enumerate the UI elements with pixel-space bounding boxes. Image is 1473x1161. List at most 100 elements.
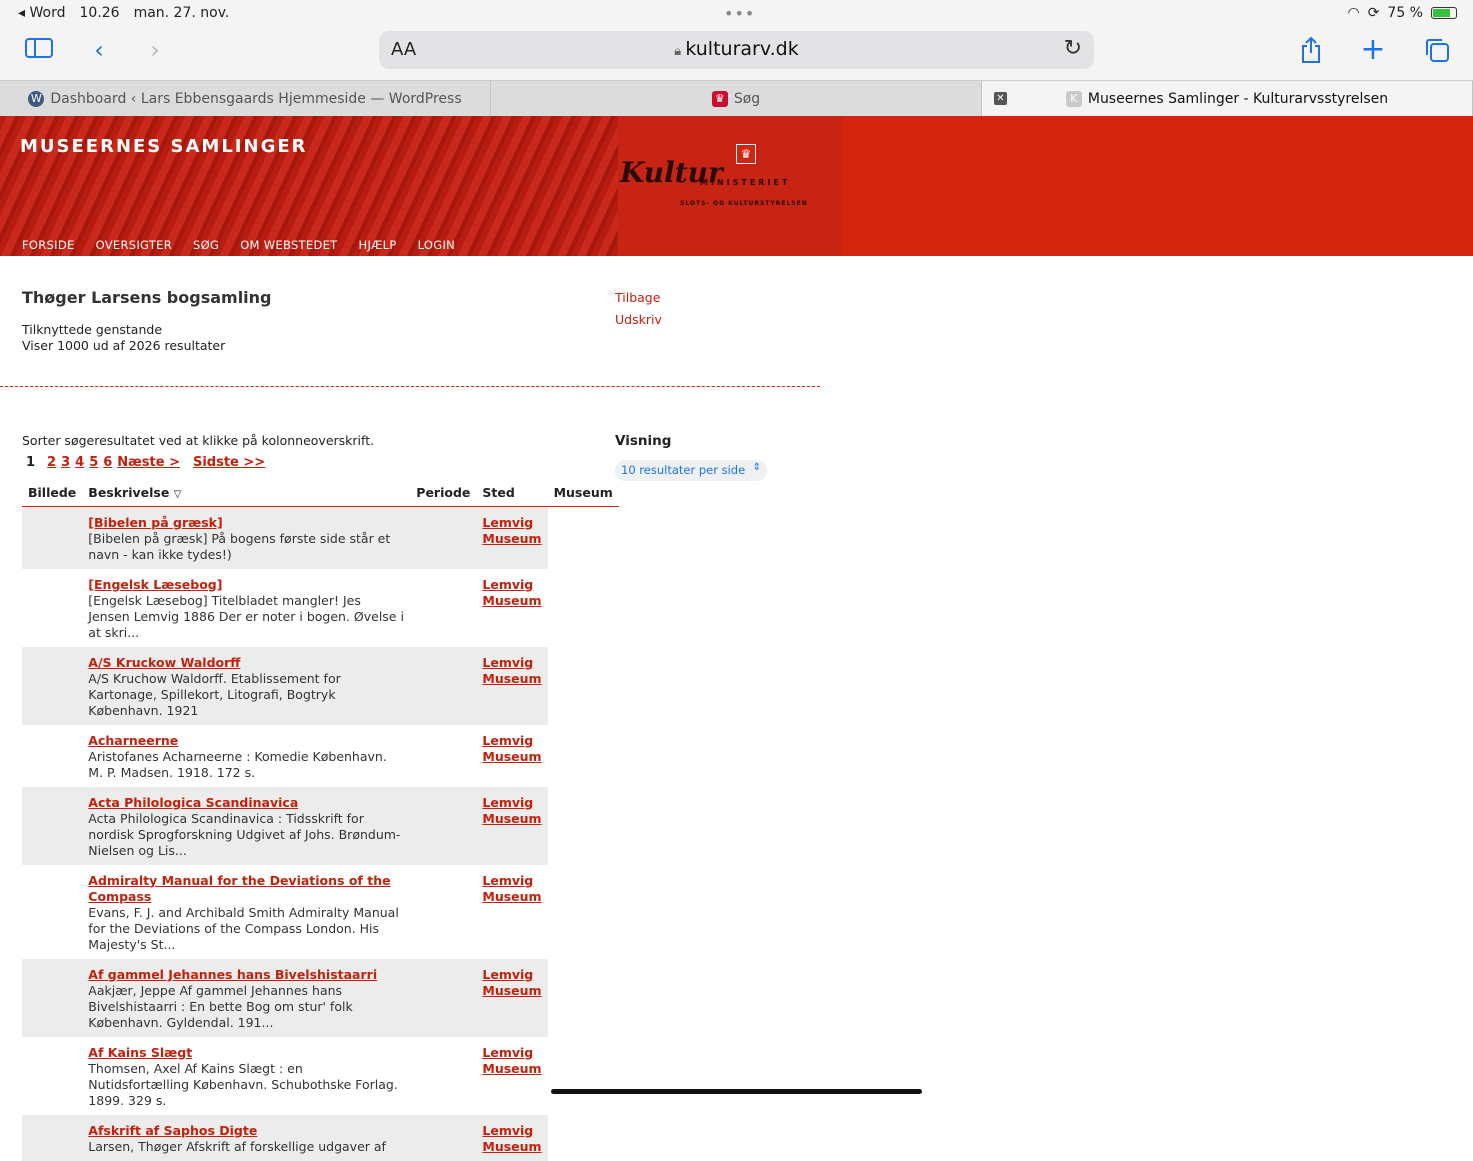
address-bar[interactable]: AA 🔒︎ kulturarv.dk ↻ <box>379 31 1094 69</box>
results-per-page-select[interactable]: 10 resultater per side ⇕ <box>615 460 767 481</box>
nav-login[interactable]: LOGIN <box>418 238 455 252</box>
cell-description: A/S Kruckow Waldorff A/S Kruchow Waldorff… <box>82 646 411 725</box>
result-title-link[interactable]: Admiralty Manual for the Deviations of t… <box>88 873 404 905</box>
tab-museernes-samlinger[interactable]: ✕ K Museernes Samlinger - Kulturarvsstyr… <box>982 81 1473 116</box>
cell-museum <box>548 1115 619 1161</box>
col-place[interactable]: Sted <box>476 482 548 507</box>
close-tab-icon[interactable]: ✕ <box>994 92 1007 105</box>
place-link[interactable]: Lemvig <box>482 1045 533 1060</box>
cell-image <box>22 958 83 1037</box>
col-museum[interactable]: Museum <box>547 482 619 507</box>
col-image[interactable]: Billede <box>22 482 83 507</box>
cell-image <box>22 1037 82 1115</box>
place-link[interactable]: Lemvig <box>482 577 533 592</box>
nav-forside[interactable]: FORSIDE <box>22 238 75 252</box>
place-link[interactable]: Museum <box>482 593 541 608</box>
subtitle-related: Tilknyttede genstande <box>22 322 163 337</box>
result-title-link[interactable]: Afskrift af Saphos Digte <box>88 1123 404 1139</box>
place-link[interactable]: Museum <box>482 811 541 826</box>
sort-down-icon: ▽ <box>173 488 182 500</box>
cell-period <box>410 1037 476 1115</box>
site-brand[interactable]: MUSEERNES SAMLINGER <box>20 136 308 157</box>
place-link[interactable]: Museum <box>482 1061 541 1076</box>
sidebar-icon[interactable] <box>22 36 56 66</box>
cell-museum <box>548 647 619 725</box>
page-link[interactable]: 4 <box>75 455 84 470</box>
cell-place: Lemvig Museum <box>476 725 547 787</box>
share-icon[interactable] <box>1294 36 1328 66</box>
result-title-link[interactable]: [Bibelen på græsk] <box>88 515 404 531</box>
page-link[interactable]: 6 <box>103 455 112 470</box>
page-link[interactable]: 5 <box>89 455 98 470</box>
cell-image <box>22 506 83 569</box>
cell-description: Afskrift af Saphos Digte Larsen, Thøger A… <box>82 1114 411 1161</box>
forward-icon[interactable]: › <box>138 36 172 66</box>
browser-toolbar: ‹ › AA 🔒︎ kulturarv.dk ↻ + <box>0 26 1473 80</box>
cell-place: Lemvig Museum <box>476 1114 548 1161</box>
cell-museum <box>548 569 619 647</box>
place-link[interactable]: Museum <box>482 531 541 546</box>
table-row: Acharneerne Aristofanes Acharneerne : Kom… <box>22 725 619 787</box>
place-link[interactable]: Lemvig <box>482 515 533 530</box>
table-row: [Bibelen på græsk] [Bibelen på græsk] På … <box>22 506 619 569</box>
page-link[interactable]: 2 <box>47 455 56 470</box>
tab-search[interactable]: ♛ Søg <box>491 81 982 116</box>
multitasking-dots-icon[interactable]: ••• <box>724 4 755 23</box>
clock: 10.26 <box>79 5 120 21</box>
cell-period <box>410 725 476 787</box>
place-link[interactable]: Museum <box>482 889 541 904</box>
place-link[interactable]: Lemvig <box>482 1123 533 1138</box>
print-link[interactable]: Udskriv <box>615 309 662 331</box>
place-link[interactable]: Lemvig <box>482 967 533 982</box>
new-tab-icon[interactable]: + <box>1356 35 1390 66</box>
cell-description: Af Kains Slægt Thomsen, Axel Af Kains Slæ… <box>82 1037 410 1115</box>
result-title-link[interactable]: Af gammel Jehannes hans Bivelshistaarri <box>88 967 404 983</box>
wifi-icon: ◠ <box>1347 5 1360 21</box>
nav-oversigter[interactable]: OVERSIGTER <box>96 238 172 252</box>
back-icon[interactable]: ‹ <box>82 36 116 66</box>
back-to-app[interactable]: ◂ Word <box>18 5 65 21</box>
result-description: Aristofanes Acharneerne : Komedie Københ… <box>88 748 387 780</box>
nav-soeg[interactable]: SØG <box>193 238 219 252</box>
last-page-link[interactable]: Sidste >> <box>193 455 265 470</box>
place-link[interactable]: Lemvig <box>482 795 533 810</box>
result-title-link[interactable]: Af Kains Slægt <box>88 1045 404 1061</box>
cell-period <box>410 646 477 725</box>
nav-om-webstedet[interactable]: OM WEBSTEDET <box>240 238 337 252</box>
result-title-link[interactable]: [Engelsk Læsebog] <box>88 577 404 593</box>
result-count: Viser 1000 ud af 2026 resultater <box>22 338 226 353</box>
result-description: Larsen, Thøger Afskrift af forskellige u… <box>88 1138 386 1154</box>
place-link[interactable]: Museum <box>482 671 541 686</box>
cell-museum <box>548 865 619 959</box>
nav-hjaelp[interactable]: HJÆLP <box>359 238 397 252</box>
back-link[interactable]: Tilbage <box>615 287 662 309</box>
place-link[interactable]: Museum <box>482 983 541 998</box>
date: man. 27. nov. <box>133 5 230 21</box>
site-header: MUSEERNES SAMLINGER Kultur ♛ MINISTERIET… <box>0 116 1473 256</box>
result-title-link[interactable]: Acharneerne <box>88 733 404 749</box>
home-indicator[interactable] <box>551 1089 922 1094</box>
place-link[interactable]: Museum <box>482 1139 541 1154</box>
next-page-link[interactable]: Næste > <box>117 455 180 470</box>
orientation-lock-icon: ⟳ <box>1367 5 1380 21</box>
result-description: Thomsen, Axel Af Kains Slægt : en Nutids… <box>88 1060 398 1108</box>
cell-place: Lemvig Museum <box>476 865 547 959</box>
place-link[interactable]: Lemvig <box>482 655 533 670</box>
tabs-overview-icon[interactable] <box>1420 36 1454 66</box>
cell-image <box>22 786 83 865</box>
place-link[interactable]: Museum <box>482 749 541 764</box>
col-description[interactable]: Beskrivelse ▽ <box>82 482 411 507</box>
results-table: Billede Beskrivelse ▽ Periode Sted Museu… <box>22 482 619 1161</box>
cell-period <box>410 958 477 1037</box>
result-title-link[interactable]: A/S Kruckow Waldorff <box>88 655 404 671</box>
page-link[interactable]: 3 <box>61 455 70 470</box>
place-link[interactable]: Lemvig <box>482 873 533 888</box>
cell-place: Lemvig Museum <box>476 646 548 725</box>
place-link[interactable]: Lemvig <box>482 733 533 748</box>
reload-icon[interactable]: ↻ <box>1064 36 1082 61</box>
tab-wordpress[interactable]: W Dashboard ‹ Lars Ebbensgaards Hjemmesi… <box>0 81 491 116</box>
result-title-link[interactable]: Acta Philologica Scandinavica <box>88 795 404 811</box>
cell-museum <box>548 725 619 787</box>
cell-museum <box>548 959 619 1037</box>
col-period[interactable]: Periode <box>410 482 477 507</box>
